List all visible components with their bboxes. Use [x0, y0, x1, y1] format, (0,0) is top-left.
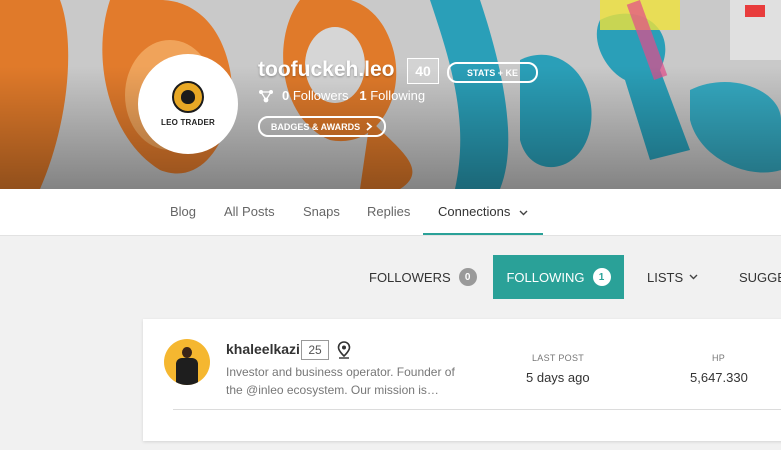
- tab-connections[interactable]: Connections: [423, 189, 543, 235]
- lists-tab-label: LISTS: [647, 269, 684, 285]
- follow-summary: 0 Followers 1 Following: [258, 88, 425, 103]
- followers-count[interactable]: 0: [282, 88, 289, 103]
- user-name[interactable]: khaleelkazi: [226, 341, 300, 357]
- followers-tab[interactable]: FOLLOWERS 0: [369, 255, 477, 299]
- hp-label: HP: [712, 353, 726, 363]
- avatar-logo-text: LEO TRADER: [161, 118, 215, 127]
- chevron-right-icon: [366, 122, 373, 131]
- following-tab-label: FOLLOWING: [506, 269, 585, 285]
- leo-trader-logo: [172, 81, 204, 113]
- tab-replies[interactable]: Replies: [367, 189, 410, 235]
- following-link[interactable]: Following: [370, 88, 425, 103]
- following-count-badge: 1: [592, 268, 611, 286]
- hp-value: 5,647.330: [690, 370, 748, 385]
- user-reputation: 25: [301, 340, 329, 360]
- followers-count-badge: 0: [458, 268, 477, 286]
- badges-awards-button[interactable]: BADGES & AWARDS: [258, 116, 386, 137]
- avatar[interactable]: [164, 339, 210, 385]
- row-divider: [173, 409, 781, 410]
- badges-awards-label: BADGES & AWARDS: [270, 121, 361, 132]
- location-pin-icon: [337, 341, 351, 359]
- tab-blog[interactable]: Blog: [170, 189, 196, 235]
- lists-tab[interactable]: LISTS: [647, 255, 698, 299]
- last-post-label: LAST POST: [532, 353, 585, 363]
- followers-tab-label: FOLLOWERS: [369, 269, 451, 285]
- chevron-down-icon: [519, 210, 528, 216]
- following-count[interactable]: 1: [359, 88, 366, 103]
- connections-subtabs: FOLLOWERS 0 FOLLOWING 1 LISTS SUGGE: [0, 255, 781, 299]
- network-icon: [259, 89, 273, 102]
- profile-username: toofuckeh.leo: [258, 58, 395, 81]
- profile-avatar[interactable]: LEO TRADER: [138, 54, 238, 154]
- reputation-badge: 40: [407, 58, 439, 84]
- tab-all-posts[interactable]: All Posts: [224, 189, 275, 235]
- following-tab[interactable]: FOLLOWING 1: [493, 255, 624, 299]
- stats-ke-button[interactable]: STATS + KE: [447, 62, 538, 83]
- user-bio: Investor and business operator. Founder …: [226, 365, 455, 397]
- tab-connections-label: Connections: [438, 204, 511, 219]
- chevron-down-icon: [689, 274, 698, 280]
- last-post-value: 5 days ago: [526, 370, 590, 385]
- followers-link[interactable]: Followers: [293, 88, 349, 103]
- profile-nav: Blog All Posts Snaps Replies Connections: [0, 189, 781, 236]
- tab-snaps[interactable]: Snaps: [303, 189, 340, 235]
- suggestions-tab[interactable]: SUGGE: [739, 255, 781, 299]
- following-list-card: khaleelkazi 25 Investor and business ope…: [143, 319, 781, 441]
